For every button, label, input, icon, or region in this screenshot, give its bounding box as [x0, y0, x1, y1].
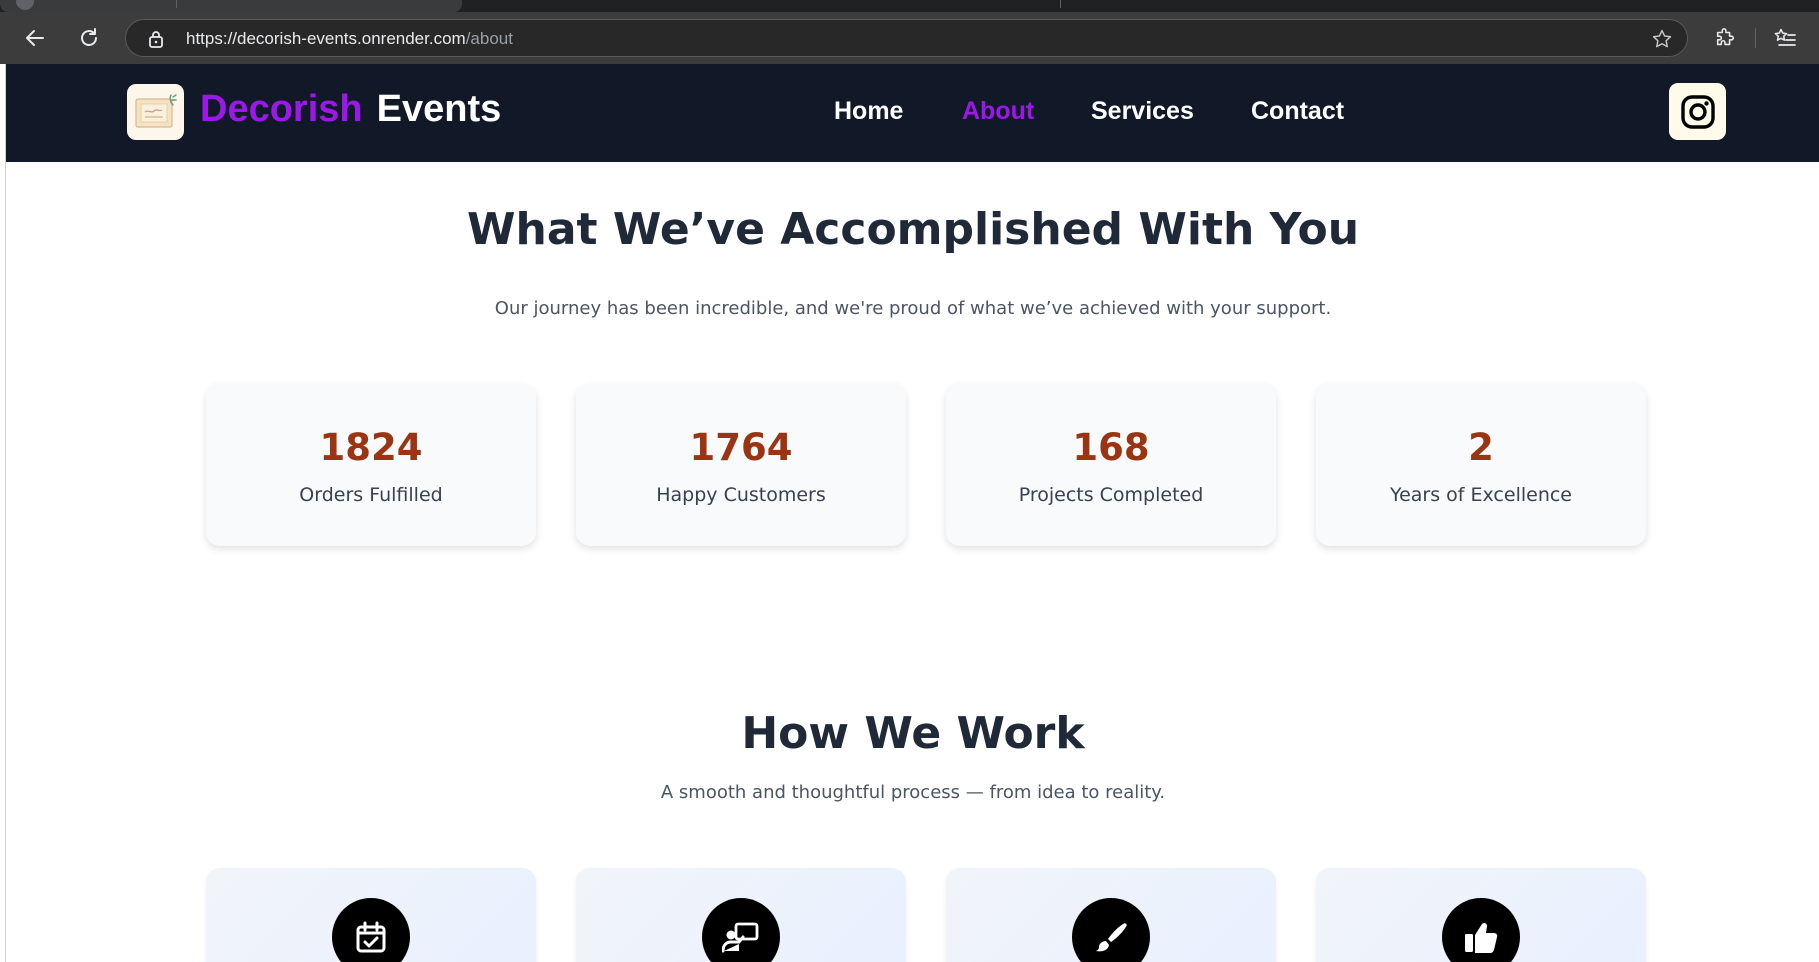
stat-value: 2 [1468, 426, 1494, 469]
stat-value: 1764 [689, 426, 793, 469]
reload-button[interactable] [73, 22, 105, 54]
back-arrow-icon [26, 30, 44, 46]
how-we-work-subtitle: A smooth and thoughtful process — from i… [660, 782, 1166, 803]
tab-favicon-icon [16, 0, 34, 10]
instagram-button[interactable] [1669, 83, 1726, 140]
stat-label: Years of Excellence [1390, 484, 1572, 506]
site-info-icon[interactable] [148, 30, 164, 48]
stat-value: 1824 [319, 426, 423, 469]
address-bar[interactable]: https://decorish-events.onrender.com/abo… [125, 19, 1688, 57]
presentation-user-icon [702, 898, 780, 962]
stat-label: Projects Completed [1018, 484, 1204, 506]
instagram-icon [1680, 94, 1715, 129]
favorites-button[interactable] [1769, 22, 1801, 54]
url-text[interactable]: https://decorish-events.onrender.com/abo… [186, 29, 513, 49]
process-step-card [946, 868, 1276, 962]
stat-card: 168 Projects Completed [946, 384, 1276, 546]
stat-label: Happy Customers [656, 484, 826, 506]
logo-image-icon [134, 94, 177, 128]
bookmark-star-icon[interactable] [1651, 28, 1673, 50]
puzzle-icon [1716, 28, 1735, 46]
accomplished-subtitle: Our journey has been incredible, and we'… [494, 298, 1332, 319]
process-step-card [206, 868, 536, 962]
brand-second-word: Events [376, 88, 502, 130]
stat-value: 168 [1072, 426, 1150, 469]
browser-toolbar: https://decorish-events.onrender.com/abo… [0, 12, 1819, 64]
stat-card: 1824 Orders Fulfilled [206, 384, 536, 546]
stat-label: Orders Fulfilled [299, 484, 443, 506]
accomplished-title: What We’ve Accomplished With You [466, 204, 1360, 255]
thumbs-up-icon [1442, 898, 1520, 962]
browser-tab-active[interactable] [0, 0, 462, 12]
back-button[interactable] [19, 22, 51, 54]
logo[interactable] [127, 84, 184, 140]
url-host: https://decorish-events.onrender.com [186, 29, 466, 48]
page-viewport: Decorish Events Home About Services Conta… [5, 64, 1819, 962]
favorites-list-icon [1774, 28, 1796, 46]
paint-brush-icon [1072, 898, 1150, 962]
tab-separator [176, 0, 177, 8]
url-path: /about [465, 29, 513, 48]
site-navbar: Decorish Events Home About Services Conta… [6, 64, 1819, 162]
reload-icon [81, 28, 97, 46]
how-we-work-title: How We Work [741, 708, 1085, 759]
nav-link-services[interactable]: Services [1091, 97, 1194, 126]
nav-link-home[interactable]: Home [834, 97, 903, 126]
brand-name[interactable]: Decorish Events [200, 88, 501, 131]
browser-tabstrip [0, 0, 1819, 12]
process-step-card [1316, 868, 1646, 962]
extensions-button[interactable] [1709, 22, 1741, 54]
brand-first-word: Decorish [200, 88, 363, 130]
tab-separator [1060, 0, 1061, 8]
stat-card: 1764 Happy Customers [576, 384, 906, 546]
nav-link-contact[interactable]: Contact [1251, 97, 1344, 126]
process-step-card [576, 868, 906, 962]
stat-card: 2 Years of Excellence [1316, 384, 1646, 546]
nav-link-about[interactable]: About [962, 97, 1034, 126]
calendar-check-icon [332, 898, 410, 962]
toolbar-separator [1755, 28, 1756, 48]
